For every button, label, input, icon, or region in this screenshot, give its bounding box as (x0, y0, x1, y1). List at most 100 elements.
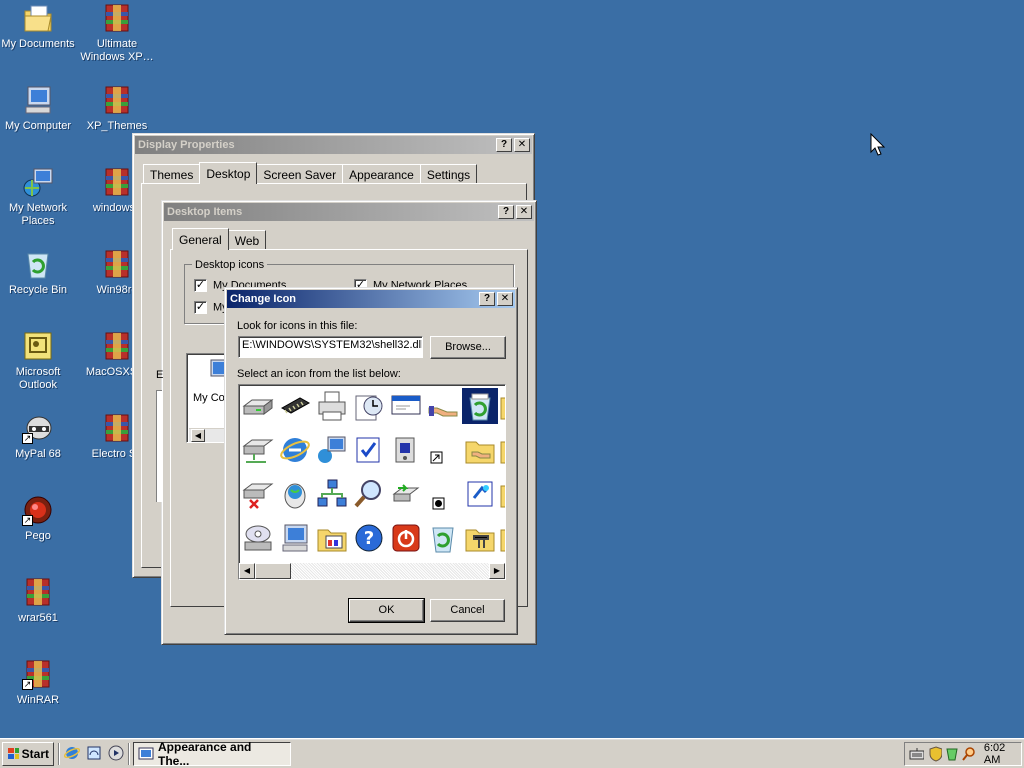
tab-web[interactable]: Web (227, 230, 267, 250)
desktop-icon-ultimate-windows-xp[interactable]: Ultimate Windows XP… (77, 2, 157, 64)
shared-folder-icon[interactable] (462, 432, 498, 468)
horizontal-scrollbar[interactable]: ◀ (189, 428, 229, 442)
desktop-icon-xp-themes[interactable]: XP_Themes (77, 84, 157, 133)
taskbar: Start Appearance and The... 6:02 AM (0, 738, 1024, 768)
desktop-icon-winrar[interactable]: ↗ WinRAR (0, 658, 78, 707)
system-tray: 6:02 AM (904, 742, 1022, 766)
drive-arrow-icon[interactable] (388, 476, 424, 512)
desktop-icon-mypal[interactable]: ↗ MyPal 68 (0, 412, 78, 461)
desktop-icon-wrar561[interactable]: wrar561 (0, 576, 78, 625)
shortcut-arrow-icon[interactable] (425, 432, 461, 468)
icon-list-scrollbar[interactable]: ◀ ▶ (239, 563, 505, 579)
printer-folder-icon[interactable] (497, 520, 505, 556)
window-title: Desktop Items (167, 206, 243, 218)
help-button[interactable]: ? (498, 205, 514, 219)
outlook-express-icon[interactable] (86, 745, 102, 761)
network-drive-icon[interactable] (240, 432, 276, 468)
scheduled-task-icon[interactable] (351, 388, 387, 424)
shutdown-icon[interactable] (388, 520, 424, 556)
desktop-icon-recycle-bin[interactable]: Recycle Bin (0, 248, 78, 297)
change-icon-dialog: Change Icon ? ✕ Look for icons in this f… (224, 287, 518, 635)
icon-file-path-input[interactable]: E:\WINDOWS\SYSTEM32\shell32.dll (238, 336, 423, 358)
close-button[interactable]: ✕ (516, 205, 532, 219)
scroll-left-arrow-icon[interactable]: ◀ (239, 563, 255, 579)
tab-desktop[interactable]: Desktop (199, 162, 258, 184)
cd-small-icon[interactable] (425, 476, 461, 512)
browse-button[interactable]: Browse... (430, 336, 506, 359)
my-documents-icon (22, 2, 54, 34)
network-icon[interactable] (314, 476, 350, 512)
winrar-archive-icon (22, 576, 54, 608)
list-item-label: My Co (193, 392, 225, 404)
scrollbar-thumb[interactable] (255, 563, 291, 579)
desktop-icon-my-computer[interactable]: My Computer (0, 84, 78, 133)
folder-icon[interactable] (497, 476, 505, 512)
taskbar-separator (58, 743, 60, 765)
icon-list[interactable]: ? ◀ ▶ (238, 384, 506, 580)
svg-text:?: ? (364, 528, 374, 549)
printer-icon[interactable] (314, 388, 350, 424)
speaker-icon[interactable] (388, 432, 424, 468)
display-properties-titlebar[interactable]: Display Properties ? ✕ (135, 136, 532, 154)
display-properties-icon (138, 747, 154, 760)
cancel-button[interactable]: Cancel (430, 599, 505, 622)
tab-appearance[interactable]: Appearance (342, 164, 421, 184)
background-field-fragment (156, 390, 162, 502)
search-tray-icon[interactable] (961, 746, 976, 762)
close-button[interactable]: ✕ (514, 138, 530, 152)
help-button[interactable]: ? (496, 138, 512, 152)
desktop-icon-my-documents[interactable]: My Documents (0, 2, 78, 51)
computer-icon[interactable] (277, 520, 313, 556)
desktop-icon-pego[interactable]: ↗ Pego (0, 494, 78, 543)
memory-chip-icon[interactable] (277, 388, 313, 424)
scroll-left-arrow-icon[interactable]: ◀ (191, 429, 205, 442)
checklist-icon[interactable] (351, 432, 387, 468)
outlook-icon (22, 330, 54, 362)
folder-icon[interactable] (497, 432, 505, 468)
run-icon[interactable] (462, 476, 498, 512)
pego-icon: ↗ (22, 494, 54, 526)
recycle-bin-full-icon[interactable] (462, 388, 498, 424)
shortcut-arrow-icon: ↗ (22, 433, 33, 444)
window-icon[interactable] (388, 388, 424, 424)
tab-screen-saver[interactable]: Screen Saver (256, 164, 344, 184)
winrar-archive-icon (101, 166, 133, 198)
winrar-archive-icon (101, 84, 133, 116)
desktop-icon-microsoft-outlook[interactable]: Microsoft Outlook (0, 330, 78, 392)
cd-drive-icon[interactable] (240, 520, 276, 556)
internet-explorer-icon[interactable] (64, 745, 80, 761)
hard-drive-icon[interactable] (240, 388, 276, 424)
start-button[interactable]: Start (2, 742, 54, 766)
desktop-icon-my-network-places[interactable]: My Network Places (0, 166, 78, 228)
tab-themes[interactable]: Themes (143, 164, 201, 184)
network-computer-icon[interactable] (314, 432, 350, 468)
globe-mouse-icon[interactable] (277, 476, 313, 512)
help-icon[interactable]: ? (351, 520, 387, 556)
scroll-right-arrow-icon[interactable]: ▶ (489, 563, 505, 579)
change-icon-titlebar[interactable]: Change Icon ? ✕ (227, 290, 515, 308)
media-player-icon[interactable] (108, 745, 124, 761)
sharing-hand-icon[interactable] (425, 388, 461, 424)
tab-general[interactable]: General (172, 228, 229, 250)
tab-settings[interactable]: Settings (419, 164, 478, 184)
ok-button[interactable]: OK (348, 598, 425, 623)
windows-logo-icon (8, 748, 19, 759)
close-button[interactable]: ✕ (497, 292, 513, 306)
mouse-cursor-icon (870, 133, 886, 156)
recycle-tray-icon[interactable] (944, 746, 959, 762)
desktop-items-titlebar[interactable]: Desktop Items ? ✕ (164, 203, 534, 221)
search-icon[interactable] (351, 476, 387, 512)
winrar-archive-icon (101, 2, 133, 34)
clock[interactable]: 6:02 AM (984, 742, 1021, 766)
disconnected-drive-icon[interactable] (240, 476, 276, 512)
recycle-bin-empty-icon[interactable] (425, 520, 461, 556)
folder-icon[interactable] (497, 388, 505, 424)
internet-explorer-icon[interactable] (277, 432, 313, 468)
dialog-title: Change Icon (230, 293, 297, 305)
keyboard-icon[interactable] (909, 746, 924, 762)
help-button[interactable]: ? (479, 292, 495, 306)
control-panel-folder-icon[interactable] (314, 520, 350, 556)
shield-icon[interactable] (928, 746, 943, 762)
tools-folder-icon[interactable] (462, 520, 498, 556)
taskbar-task-appearance[interactable]: Appearance and The... (133, 740, 291, 768)
